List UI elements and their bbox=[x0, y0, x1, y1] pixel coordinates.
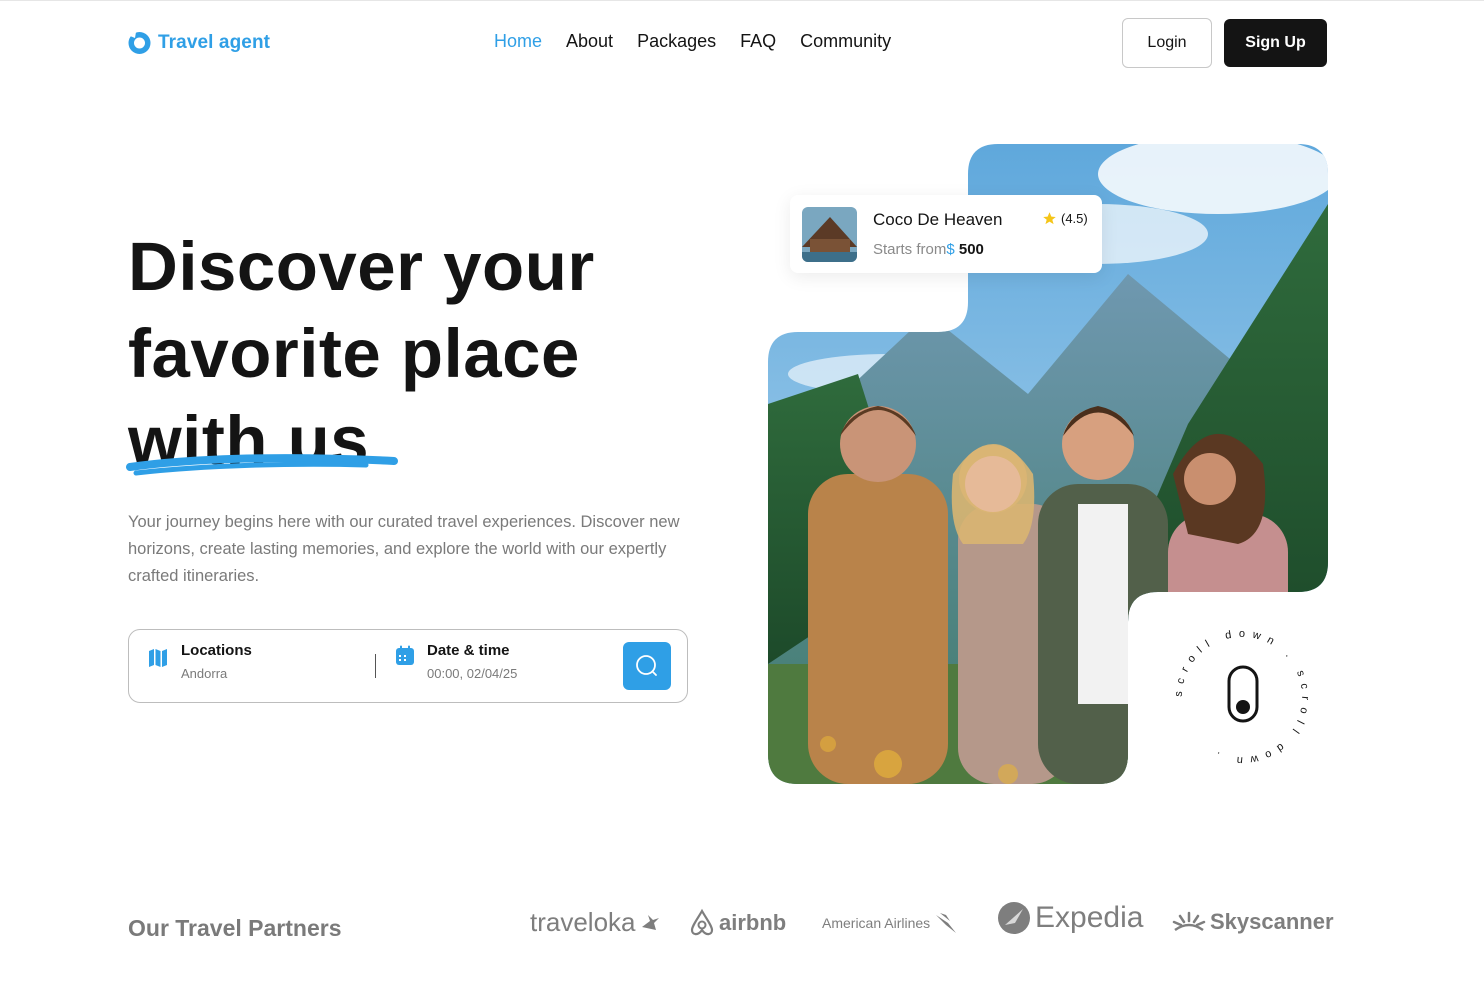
nav-link-community[interactable]: Community bbox=[800, 31, 891, 52]
expedia-globe-icon bbox=[998, 902, 1030, 934]
logo[interactable]: Travel agent bbox=[127, 30, 270, 55]
headline-line-1: Discover your bbox=[128, 228, 595, 305]
partner-skyscanner[interactable]: Skyscanner bbox=[1172, 909, 1334, 935]
logo-icon bbox=[128, 32, 151, 54]
price-currency: $ bbox=[946, 241, 955, 258]
destination-title: Coco De Heaven bbox=[873, 210, 1003, 229]
search-button[interactable] bbox=[623, 642, 671, 690]
airbnb-logo-icon bbox=[690, 908, 714, 936]
top-navbar: Travel agent Home About Packages FAQ Com… bbox=[0, 1, 1484, 85]
price-prefix: Starts from bbox=[873, 241, 947, 258]
destination-thumbnail bbox=[802, 207, 857, 262]
destination-card[interactable]: Coco De Heaven Starts from$ 500 (4.5) bbox=[790, 195, 1102, 273]
star-icon bbox=[1043, 212, 1056, 225]
login-button[interactable]: Login bbox=[1122, 18, 1212, 68]
partner-name: airbnb bbox=[719, 910, 787, 935]
partner-name: Expedia bbox=[1035, 901, 1144, 934]
nav-link-faq[interactable]: FAQ bbox=[740, 31, 776, 52]
nav-link-packages[interactable]: Packages bbox=[637, 31, 716, 52]
brush-underline bbox=[126, 454, 398, 476]
rating-value: (4.5) bbox=[1061, 211, 1088, 226]
traveloka-bird-icon bbox=[641, 914, 659, 930]
calendar-icon bbox=[396, 645, 414, 665]
location-field[interactable]: Locations Andorra bbox=[147, 642, 252, 681]
search-icon bbox=[636, 655, 657, 676]
hero-description: Your journey begins here with our curate… bbox=[128, 513, 680, 585]
main-menu: Home About Packages FAQ Community bbox=[494, 31, 891, 52]
date-value: 00:00, 02/04/25 bbox=[427, 666, 518, 681]
partner-traveloka[interactable]: traveloka bbox=[530, 907, 660, 938]
partner-name: American Airlines bbox=[822, 915, 931, 931]
location-value: Andorra bbox=[181, 666, 228, 681]
headline-line-2: favorite place bbox=[128, 315, 580, 392]
nav-link-home[interactable]: Home bbox=[494, 31, 542, 52]
destination-price: Starts from$ 500 bbox=[873, 241, 984, 258]
partners-title: Our Travel Partners bbox=[128, 915, 342, 941]
search-divider bbox=[375, 654, 376, 678]
map-icon bbox=[149, 649, 167, 667]
destination-rating: (4.5) bbox=[1042, 211, 1088, 226]
scroll-down-text: scroll down . scroll down . bbox=[1173, 628, 1312, 767]
mouse-icon bbox=[1227, 665, 1259, 723]
partner-name: traveloka bbox=[530, 907, 636, 937]
skyscanner-sunrise-icon bbox=[1172, 911, 1206, 932]
signup-button[interactable]: Sign Up bbox=[1224, 19, 1327, 67]
nav-link-about[interactable]: About bbox=[566, 31, 613, 52]
american-airlines-eagle-icon bbox=[936, 913, 957, 933]
price-amount: 500 bbox=[954, 241, 984, 258]
partner-american-airlines[interactable]: American Airlines bbox=[822, 911, 958, 935]
location-label: Locations bbox=[181, 642, 252, 659]
scroll-down-badge[interactable]: scroll down . scroll down . bbox=[1172, 627, 1312, 767]
partner-name: Skyscanner bbox=[1210, 909, 1334, 934]
date-label: Date & time bbox=[427, 642, 510, 659]
partner-expedia[interactable]: Expedia bbox=[997, 901, 1143, 935]
partner-airbnb[interactable]: airbnb bbox=[689, 908, 786, 938]
hero-headline: Discover your favorite place with us bbox=[128, 223, 595, 484]
logo-text: Travel agent bbox=[158, 31, 271, 53]
date-field[interactable]: Date & time 00:00, 02/04/25 bbox=[395, 642, 517, 681]
search-bar: Locations Andorra Date & time 00:00, 02/… bbox=[128, 629, 688, 703]
